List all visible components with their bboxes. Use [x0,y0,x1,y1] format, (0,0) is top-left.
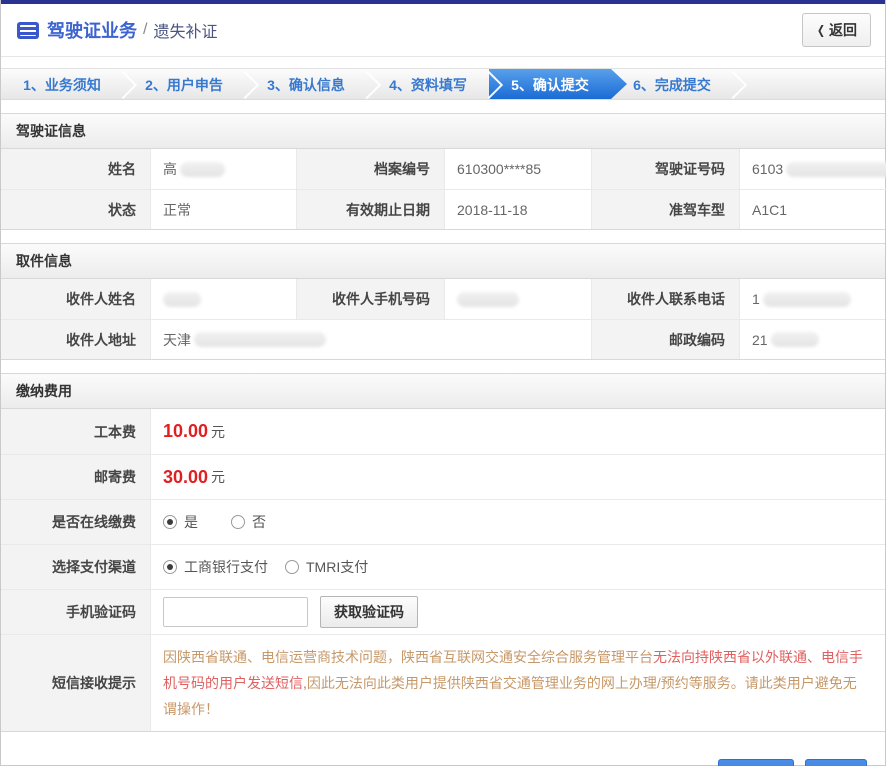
sms-notice-label: 短信接收提示 [1,634,151,731]
sms-code-label: 手机验证码 [1,589,151,634]
fee-unit: 元 [211,467,225,487]
license-no-value: 6103 [740,149,886,189]
name-label: 姓名 [1,149,151,189]
expiry-value: 2018-11-18 [445,189,592,229]
step-6-complete-submit[interactable]: 6、完成提交 [611,69,733,99]
mailing-fee-label: 邮寄费 [1,454,151,499]
breadcrumb-current: 遗失补证 [153,18,217,42]
recipient-address-value: 天津 [151,319,592,359]
recipient-mobile-value [445,279,592,319]
payment-section-title: 缴纳费用 [1,374,885,409]
license-info-table: 姓名 高 档案编号 610300****85 驾驶证号码 6103 状态 正常 … [1,149,885,229]
channel-options: 工商银行支付 TMRI支付 [151,544,885,589]
redacted-blob [194,332,326,347]
redacted-blob [786,162,886,177]
file-no-label: 档案编号 [297,149,445,189]
online-pay-yes-label: 是 [184,512,198,532]
footer-actions: 上一步 完成 [1,732,885,766]
payment-table: 工本费 10.00元 邮寄费 30.00元 是否在线缴费 是 否 选择支付渠道 [1,409,885,731]
online-pay-no-label: 否 [252,512,266,532]
step-1-business-notice[interactable]: 1、业务须知 [1,69,123,99]
status-value: 正常 [151,189,297,229]
recipient-address-label: 收件人地址 [1,319,151,359]
radio-no-icon[interactable] [231,515,245,529]
channel-option-tmri[interactable]: TMRI支付 [285,557,368,577]
postal-code-label: 邮政编码 [592,319,740,359]
sms-code-row: 获取验证码 [151,589,885,634]
license-business-icon [17,22,39,39]
pickup-info-table: 收件人姓名 收件人手机号码 收件人联系电话 1 收件人地址 天津 邮政编码 21 [1,279,885,359]
channel-tmri-label: TMRI支付 [306,557,368,577]
vehicle-type-label: 准驾车型 [592,189,740,229]
page-title: 驾驶证业务 [47,17,137,43]
redacted-blob [163,292,201,307]
finish-button[interactable]: 完成 [805,759,867,766]
payment-section: 缴纳费用 工本费 10.00元 邮寄费 30.00元 是否在线缴费 是 否 [1,373,885,732]
redacted-blob [457,292,519,307]
previous-step-button[interactable]: 上一步 [718,759,794,766]
back-chevron-icon: ❮ [817,23,825,37]
online-pay-option-yes[interactable]: 是 [163,512,198,532]
redacted-blob [763,292,851,307]
production-fee-label: 工本费 [1,409,151,454]
step-4-fill-data[interactable]: 4、资料填写 [367,69,489,99]
status-label: 状态 [1,189,151,229]
recipient-mobile-label: 收件人手机号码 [297,279,445,319]
radio-tmri-icon[interactable] [285,560,299,574]
recipient-name-label: 收件人姓名 [1,279,151,319]
step-5-confirm-submit-active[interactable]: 5、确认提交 [489,69,627,99]
license-no-label: 驾驶证号码 [592,149,740,189]
radio-icbc-checked-icon[interactable] [163,560,177,574]
license-info-section: 驾驶证信息 姓名 高 档案编号 610300****85 驾驶证号码 6103 … [1,113,885,230]
expiry-label: 有效期止日期 [297,189,445,229]
pickup-info-section: 取件信息 收件人姓名 收件人手机号码 收件人联系电话 1 收件人地址 天津 邮政… [1,243,885,360]
page-container: 驾驶证业务 / 遗失补证 ❮ 返回 1、业务须知 2、用户申告 3、确认信息 4… [0,0,886,766]
step-progress-bar: 1、业务须知 2、用户申告 3、确认信息 4、资料填写 5、确认提交 6、完成提… [1,68,885,100]
online-pay-label: 是否在线缴费 [1,499,151,544]
recipient-name-value [151,279,297,319]
vehicle-type-value: A1C1 [740,189,886,229]
sms-code-input[interactable] [163,597,308,627]
sms-notice-text: 因陕西省联通、电信运营商技术问题，陕西省互联网交通安全综合服务管理平台无法向持陕… [151,634,885,731]
recipient-phone-value: 1 [740,279,885,319]
license-info-section-title: 驾驶证信息 [1,114,885,149]
back-button-label: 返回 [829,20,857,40]
channel-option-icbc[interactable]: 工商银行支付 [163,557,268,577]
redacted-blob [180,162,225,177]
step-3-confirm-info[interactable]: 3、确认信息 [245,69,367,99]
fee-unit: 元 [211,422,225,442]
get-code-button[interactable]: 获取验证码 [320,596,418,628]
redacted-blob [771,332,819,347]
mailing-fee-value: 30.00元 [151,454,885,499]
step-2-user-declaration[interactable]: 2、用户申告 [123,69,245,99]
recipient-phone-label: 收件人联系电话 [592,279,740,319]
production-fee-amount: 10.00 [163,421,208,442]
radio-yes-checked-icon[interactable] [163,515,177,529]
online-pay-option-no[interactable]: 否 [231,512,266,532]
channel-label: 选择支付渠道 [1,544,151,589]
postal-code-value: 21 [740,319,885,359]
breadcrumb-separator: / [143,21,147,39]
file-no-value: 610300****85 [445,149,592,189]
name-value: 高 [151,149,297,189]
notice-part-1: 因陕西省联通、电信运营商技术问题，陕西省互联网交通安全综合服务管理平台 [163,649,653,665]
production-fee-value: 10.00元 [151,409,885,454]
online-pay-options: 是 否 [151,499,885,544]
page-header: 驾驶证业务 / 遗失补证 ❮ 返回 [1,4,885,57]
pickup-info-section-title: 取件信息 [1,244,885,279]
back-button[interactable]: ❮ 返回 [802,13,871,47]
channel-icbc-label: 工商银行支付 [184,557,268,577]
mailing-fee-amount: 30.00 [163,467,208,488]
